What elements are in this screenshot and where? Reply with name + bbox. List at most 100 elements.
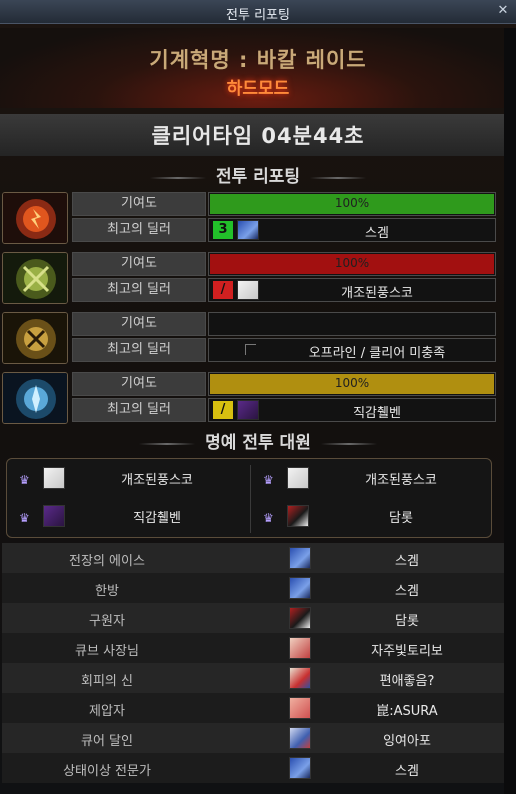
award-row: 큐어 달인 잉여아포 <box>2 723 504 753</box>
award-title: 제압자 <box>89 704 125 719</box>
award-row: 구원자 담롯 <box>2 603 504 633</box>
award-row: 한방 스겜 <box>2 573 504 603</box>
green-bakal-emblem-icon <box>2 252 68 304</box>
honor-member[interactable]: ♛ 직감췔벤 <box>11 503 247 535</box>
contribution-bar: 100% <box>208 252 496 276</box>
award-title: 구원자 <box>89 614 125 629</box>
heading-ornament <box>149 176 206 179</box>
window-title: 전투 리포팅 <box>226 8 290 23</box>
offline-marker <box>245 344 256 355</box>
award-title: 큐어 달인 <box>81 734 133 749</box>
window-titlebar: 전투 리포팅 ✕ <box>0 0 516 24</box>
avatar <box>289 697 311 719</box>
award-winner: 스겜 <box>395 584 419 599</box>
honor-member[interactable]: ♛ 담롯 <box>255 503 491 535</box>
best-dealer-cell: / 직감췔벤 <box>208 398 496 422</box>
crown-icon: ♛ <box>19 511 30 525</box>
contribution-value: 100% <box>334 196 370 210</box>
best-dealer-label: 최고의 딜러 <box>72 218 206 242</box>
heading-ornament <box>310 176 367 179</box>
party-member: 기여도 최고의 딜러 오프라인 / 클리어 미충족 <box>2 312 498 364</box>
award-row: 제압자 崑:ASURA <box>2 693 504 723</box>
avatar <box>289 577 311 599</box>
contribution-label: 기여도 <box>72 252 206 276</box>
honor-member-name: 개조된풍스코 <box>365 473 437 488</box>
avatar <box>287 505 309 527</box>
avatar <box>43 505 65 527</box>
honor-member[interactable]: ♛ 개조된풍스코 <box>11 465 247 497</box>
contribution-bar: 100% <box>208 192 496 216</box>
avatar <box>289 667 311 689</box>
award-winner: 잉여아포 <box>383 734 431 749</box>
award-winner: 스겜 <box>395 554 419 569</box>
right-edge-strip <box>504 28 516 794</box>
contribution-label: 기여도 <box>72 312 206 336</box>
rank-badge: 3 <box>213 221 233 239</box>
crown-icon: ♛ <box>263 511 274 525</box>
award-title: 상태이상 전문가 <box>63 764 151 779</box>
contribution-value: 100% <box>334 256 370 270</box>
honor-member-name: 개조된풍스코 <box>121 473 193 488</box>
contribution-label: 기여도 <box>72 192 206 216</box>
close-icon[interactable]: ✕ <box>495 3 511 19</box>
blue-bakal-emblem-icon <box>2 372 68 424</box>
crown-icon: ♛ <box>263 473 274 487</box>
award-winner: 스겜 <box>395 764 419 779</box>
best-dealer-cell: 오프라인 / 클리어 미충족 <box>208 338 496 362</box>
dealer-name: 오프라인 / 클리어 미충족 <box>308 346 446 361</box>
award-title: 큐브 사장님 <box>75 644 139 659</box>
award-winner: 崑:ASURA <box>376 704 438 719</box>
party-member: 기여도 100% 최고의 딜러 3 스겜 <box>2 192 498 244</box>
avatar <box>289 607 311 629</box>
award-title: 회피의 신 <box>81 674 133 689</box>
party-member: 기여도 100% 최고의 딜러 / 직감췔벤 <box>2 372 498 424</box>
award-title: 한방 <box>95 584 119 599</box>
heading-ornament <box>139 442 196 445</box>
gold-bakal-emblem-icon <box>2 312 68 364</box>
avatar <box>289 547 311 569</box>
award-row: 회피의 신 편애좋음? <box>2 663 504 693</box>
rank-badge: / <box>213 401 233 419</box>
clear-time: 클리어타임 04분44초 <box>151 124 365 148</box>
avatar <box>43 467 65 489</box>
avatar <box>237 280 259 300</box>
avatar <box>289 757 311 779</box>
battle-report-heading: 전투 리포팅 <box>0 162 516 188</box>
dungeon-name: 기계혁명 : 바칼 레이드 <box>149 48 367 72</box>
rank-badge: / <box>213 281 233 299</box>
party-member: 기여도 100% 최고의 딜러 / 개조된풍스코 <box>2 252 498 304</box>
dealer-name: 개조된풍스코 <box>341 286 413 301</box>
heading-ornament <box>320 442 377 445</box>
award-title: 전장의 에이스 <box>69 554 145 569</box>
honor-member-name: 직감췔벤 <box>133 511 181 526</box>
crown-icon: ♛ <box>19 473 30 487</box>
best-dealer-cell: / 개조된풍스코 <box>208 278 496 302</box>
honor-member-name: 담롯 <box>389 511 413 526</box>
dealer-name: 스겜 <box>365 226 389 241</box>
best-dealer-label: 최고의 딜러 <box>72 398 206 422</box>
divider <box>250 465 251 533</box>
avatar <box>237 220 259 240</box>
award-winner: 자주빛토리보 <box>371 644 443 659</box>
best-dealer-label: 최고의 딜러 <box>72 338 206 362</box>
avatar <box>287 467 309 489</box>
difficulty-mode: 하드모드 <box>226 79 290 99</box>
avatar <box>289 727 311 749</box>
contribution-bar <box>208 312 496 336</box>
avatar <box>237 400 259 420</box>
honor-heading: 명예 전투 대원 <box>0 428 516 454</box>
award-winner: 담롯 <box>395 614 419 629</box>
award-winner: 편애좋음? <box>379 674 435 689</box>
best-dealer-label: 최고의 딜러 <box>72 278 206 302</box>
award-row: 큐브 사장님 자주빛토리보 <box>2 633 504 663</box>
contribution-bar: 100% <box>208 372 496 396</box>
red-bakal-emblem-icon <box>2 192 68 244</box>
dealer-name: 직감췔벤 <box>353 406 401 421</box>
award-row: 상태이상 전문가 스겜 <box>2 753 504 783</box>
honor-member[interactable]: ♛ 개조된풍스코 <box>255 465 491 497</box>
best-dealer-cell: 3 스겜 <box>208 218 496 242</box>
contribution-label: 기여도 <box>72 372 206 396</box>
award-row: 전장의 에이스 스겜 <box>2 543 504 573</box>
honor-members-panel: ♛ 개조된풍스코 ♛ 개조된풍스코 ♛ 직감췔벤 ♛ 담롯 <box>6 458 492 538</box>
contribution-value: 100% <box>334 376 370 390</box>
